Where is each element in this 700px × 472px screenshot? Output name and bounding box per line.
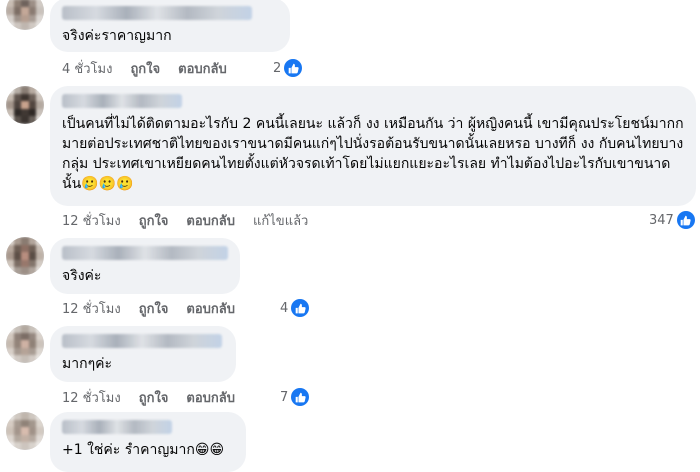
- like-button[interactable]: ถูกใจ: [139, 298, 169, 319]
- comment-actions: 12 ชั่วโมง ถูกใจ ตอบกลับ: [62, 299, 235, 317]
- author-name-blurred[interactable]: [62, 334, 222, 348]
- comment-text: มากๆค่ะ: [62, 356, 112, 372]
- thumbs-up-icon: [284, 59, 303, 77]
- reaction-count[interactable]: 7: [280, 388, 310, 406]
- comment-actions: 12 ชั่วโมง ถูกใจ ตอบกลับ: [62, 388, 235, 406]
- like-button[interactable]: ถูกใจ: [130, 58, 160, 79]
- comment-text-body: เป็นคนที่ไม่ได้ติดตามอะไรกับ 2 คนนี้เลยน…: [62, 116, 684, 192]
- like-button[interactable]: ถูกใจ: [139, 387, 169, 408]
- reply-button[interactable]: ตอบกลับ: [178, 58, 227, 79]
- comment-time[interactable]: 4 ชั่วโมง: [62, 58, 112, 79]
- comment-time[interactable]: 12 ชั่วโมง: [62, 387, 121, 408]
- comment-actions: 12 ชั่วโมง ถูกใจ ตอบกลับ แก้ไขแล้ว: [62, 211, 308, 229]
- like-button[interactable]: ถูกใจ: [139, 210, 169, 231]
- crying-face-emoji: 🥲🥲🥲: [81, 176, 134, 192]
- reply-button[interactable]: ตอบกลับ: [186, 387, 235, 408]
- reaction-number: 347: [649, 212, 674, 228]
- reply-button[interactable]: ตอบกลับ: [186, 210, 235, 231]
- comment-time[interactable]: 12 ชั่วโมง: [62, 298, 121, 319]
- comment-text: จริงค่ะ: [62, 268, 102, 284]
- reply-button[interactable]: ตอบกลับ: [186, 298, 235, 319]
- reaction-number: 2: [273, 60, 282, 76]
- author-name-blurred[interactable]: [62, 94, 182, 108]
- thumbs-up-icon: [291, 388, 310, 406]
- reaction-number: 7: [280, 389, 289, 405]
- comment-bubble: +1 ใช่ค่ะ รำคาญมาก😁😁: [50, 412, 246, 472]
- comment-text: เป็นคนที่ไม่ได้ติดตามอะไรกับ 2 คนนี้เลยน…: [62, 114, 684, 194]
- reaction-count[interactable]: 4: [280, 299, 310, 317]
- avatar[interactable]: [6, 412, 44, 450]
- comment-text: จริงค่ะราคาญมาก: [62, 28, 172, 44]
- comment-bubble: จริงค่ะ: [50, 238, 240, 294]
- comment-bubble: จริงค่ะราคาญมาก: [50, 0, 290, 52]
- author-name-blurred[interactable]: [62, 246, 228, 260]
- comment-bubble: มากๆค่ะ: [50, 326, 236, 382]
- reaction-count[interactable]: 2: [273, 59, 303, 77]
- reaction-number: 4: [280, 300, 289, 316]
- avatar[interactable]: [6, 325, 44, 363]
- avatar[interactable]: [6, 0, 44, 30]
- comment-actions: 4 ชั่วโมง ถูกใจ ตอบกลับ: [62, 59, 227, 77]
- edited-label: แก้ไขแล้ว: [253, 213, 309, 229]
- author-name-blurred[interactable]: [62, 6, 252, 20]
- comment-time[interactable]: 12 ชั่วโมง: [62, 210, 121, 231]
- comment-bubble: เป็นคนที่ไม่ได้ติดตามอะไรกับ 2 คนนี้เลยน…: [50, 86, 696, 206]
- comment-text-body: +1 ใช่ค่ะ รำคาญมาก: [62, 442, 195, 458]
- comment-text: +1 ใช่ค่ะ รำคาญมาก😁😁: [62, 440, 234, 460]
- author-name-blurred[interactable]: [62, 420, 172, 434]
- thumbs-up-icon: [676, 211, 695, 229]
- avatar[interactable]: [6, 86, 44, 124]
- grinning-face-emoji: 😁😁: [194, 442, 225, 458]
- thumbs-up-icon: [291, 299, 310, 317]
- avatar[interactable]: [6, 237, 44, 275]
- reaction-count[interactable]: 347: [649, 211, 695, 229]
